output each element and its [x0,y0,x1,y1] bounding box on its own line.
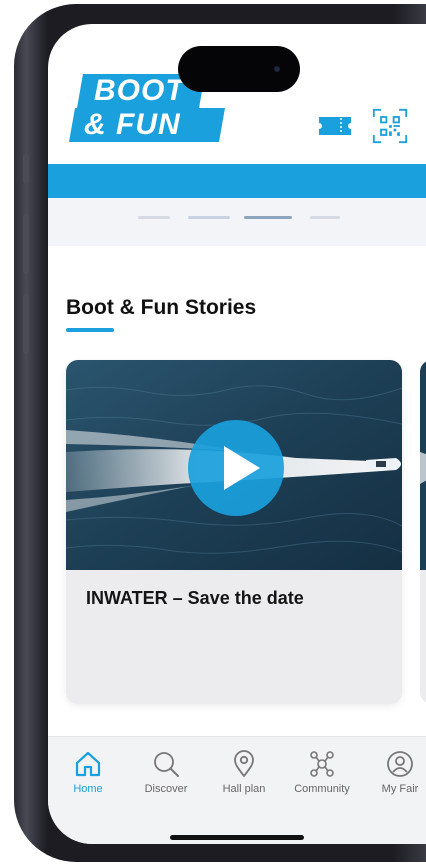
carousel-dot[interactable] [188,216,230,219]
nav-label: Home [73,783,103,795]
story-card-title: INWATER – Save the date [86,588,304,608]
play-button[interactable] [188,420,284,516]
carousel-dot-active[interactable] [244,216,292,219]
nav-label: Hall plan [222,783,266,795]
nav-my-fair[interactable]: My Fair [361,749,426,819]
carousel-dot[interactable] [138,216,170,219]
map-pin-icon [234,750,254,778]
carousel-indicator-bar [48,198,426,246]
carousel-dot[interactable] [310,216,340,219]
nav-home[interactable]: Home [49,749,127,819]
app-screen: BOOT & FUN Boot & Fun Stories INWATER – … [48,24,426,844]
logo-line-2: & FUN [84,108,181,141]
play-icon [224,446,260,490]
network-icon [310,751,334,777]
story-card[interactable]: INWATER – Save the date [66,360,402,704]
volume-down-button [23,294,29,354]
mute-switch [23,154,29,184]
nav-label: My Fair [381,783,419,795]
home-indicator[interactable] [170,835,304,840]
logo-line-1: BOOT [94,74,185,107]
nav-label: Discover [144,783,188,795]
ticket-icon[interactable] [316,108,354,144]
user-icon [387,751,413,777]
qr-code-icon[interactable] [370,108,410,144]
search-icon [154,752,179,777]
bottom-navigation: Home Discover Hall plan Community My Fai… [48,736,426,844]
section-title: Boot & Fun Stories [66,296,257,319]
banner-strip [48,164,426,198]
nav-hall-plan[interactable]: Hall plan [205,749,283,819]
next-story-card[interactable] [420,360,426,704]
nav-community[interactable]: Community [283,749,361,819]
phone-frame: BOOT & FUN Boot & Fun Stories INWATER – … [14,4,426,862]
home-icon [75,751,101,777]
nav-discover[interactable]: Discover [127,749,205,819]
nav-label: Community [294,783,350,795]
dynamic-island [178,46,300,92]
section-underline [66,328,114,332]
volume-up-button [23,214,29,274]
